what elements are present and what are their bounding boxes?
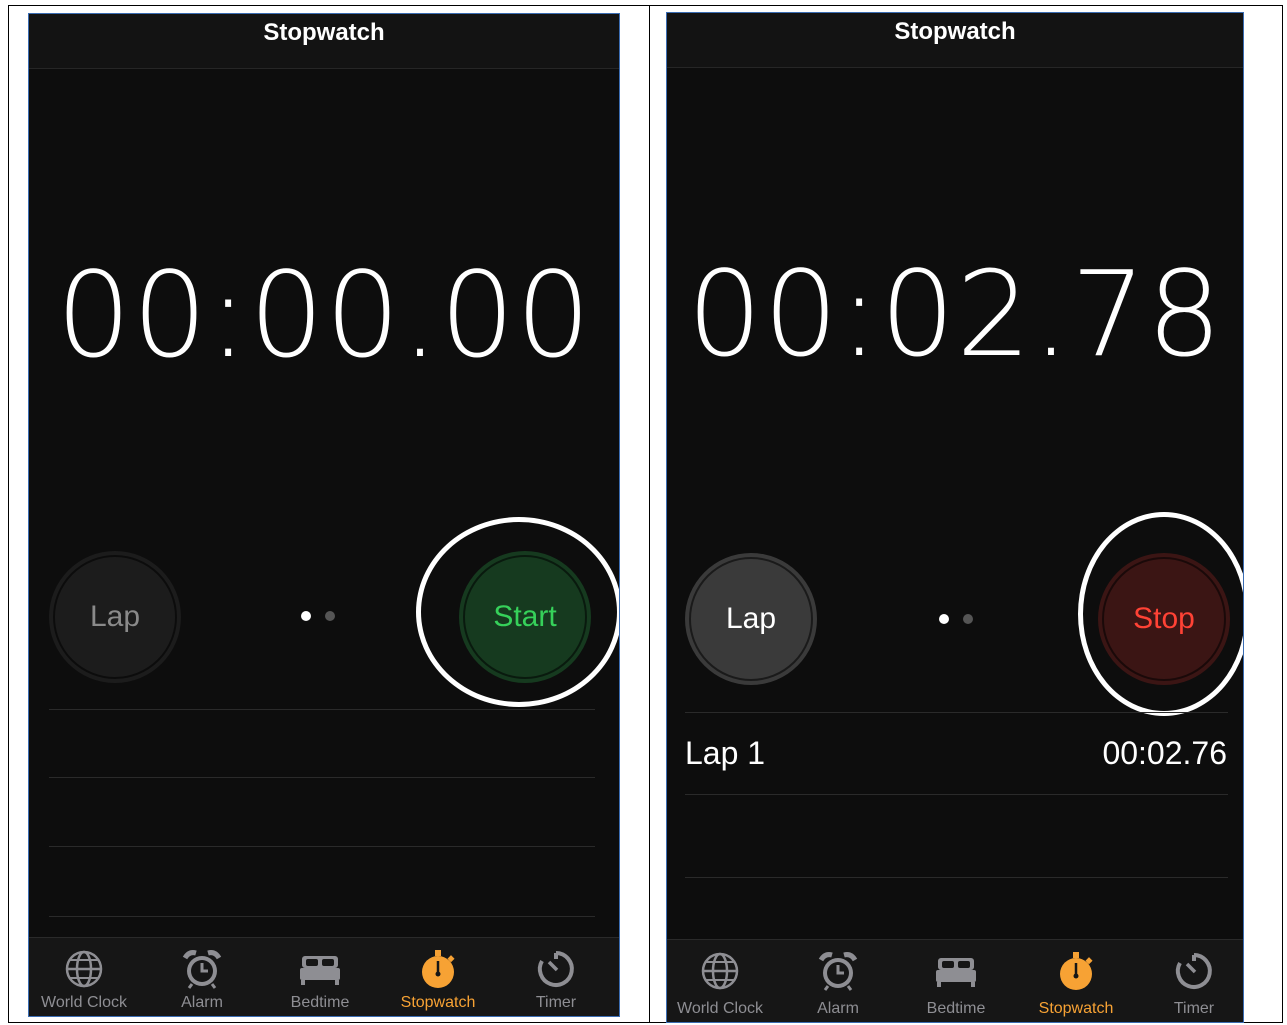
navigation-bar: Stopwatch [29, 14, 619, 69]
bed-icon [300, 956, 340, 985]
tab-bedtime[interactable]: Bedtime [897, 940, 1015, 1022]
tab-label: Alarm [817, 1000, 859, 1017]
lap-separator [685, 877, 1228, 878]
page-dot-active [301, 611, 311, 621]
page-dot-inactive [963, 614, 973, 624]
page-divider [649, 5, 650, 1023]
timer-icon [537, 951, 574, 987]
lap-button[interactable]: Lap [49, 551, 181, 683]
lap-button-label: Lap [89, 600, 141, 633]
tab-stopwatch[interactable]: Stopwatch [379, 938, 497, 1016]
tab-label: World Clock [677, 1000, 763, 1017]
stopwatch-screen-running: Stopwatch 00:02.78 Lap Stop Lap 1 00:02.… [666, 12, 1244, 1023]
lap-button-label: Lap [725, 602, 777, 635]
tab-timer[interactable]: Timer [1135, 940, 1243, 1022]
lap-separator [49, 777, 595, 778]
lap-separator [49, 916, 595, 917]
tab-alarm[interactable]: Alarm [143, 938, 261, 1016]
page-dot-active [939, 614, 949, 624]
tab-world-clock[interactable]: World Clock [667, 940, 779, 1022]
globe-icon [701, 952, 739, 990]
lap-separator [685, 712, 1228, 713]
tab-timer[interactable]: Timer [497, 938, 615, 1016]
stopwatch-time-display: 00:02.78 [687, 245, 1223, 383]
tab-stopwatch[interactable]: Stopwatch [1017, 940, 1135, 1022]
lap-row-label: Lap 1 [685, 735, 766, 771]
tab-label: Alarm [181, 994, 223, 1011]
globe-icon [65, 950, 103, 988]
lap-separator [49, 846, 595, 847]
stopwatch-icon [422, 950, 455, 988]
highlight-ring [416, 517, 619, 707]
lap-separator [685, 794, 1228, 795]
stopwatch-time-display: 00:00.00 [56, 246, 592, 384]
tab-bedtime[interactable]: Bedtime [261, 938, 379, 1016]
tab-alarm[interactable]: Alarm [779, 940, 897, 1022]
tab-label: Timer [535, 994, 577, 1011]
alarm-clock-icon [182, 950, 222, 989]
page-dot-inactive [325, 611, 335, 621]
lap-row-time: 00:02.76 [1102, 735, 1227, 771]
tab-label: Bedtime [926, 1000, 986, 1017]
stopwatch-screen-idle: Stopwatch 00:00.00 Lap Start World Clock [28, 13, 620, 1017]
tab-world-clock[interactable]: World Clock [29, 938, 143, 1016]
timer-icon [1175, 953, 1212, 989]
page-indicator[interactable] [301, 611, 335, 621]
tab-bar: World Clock Alarm Bedtime Stopwatch Time… [29, 937, 619, 1016]
page-indicator[interactable] [939, 614, 973, 624]
lap-separator [49, 709, 595, 710]
stopwatch-icon [1060, 952, 1093, 990]
highlight-ring [1078, 512, 1243, 716]
tab-label: Stopwatch [400, 994, 476, 1011]
tab-label: Stopwatch [1038, 1000, 1114, 1017]
tab-bar: World Clock Alarm Bedtime Stopwatch Time… [667, 939, 1243, 1022]
alarm-clock-icon [818, 952, 858, 991]
nav-title: Stopwatch [894, 18, 1016, 45]
tab-label: Timer [1173, 1000, 1215, 1017]
tab-label: World Clock [41, 994, 127, 1011]
navigation-bar: Stopwatch [667, 13, 1243, 68]
lap-button[interactable]: Lap [685, 553, 817, 685]
tab-label: Bedtime [290, 994, 350, 1011]
nav-title: Stopwatch [263, 19, 385, 46]
bed-icon [936, 958, 976, 987]
